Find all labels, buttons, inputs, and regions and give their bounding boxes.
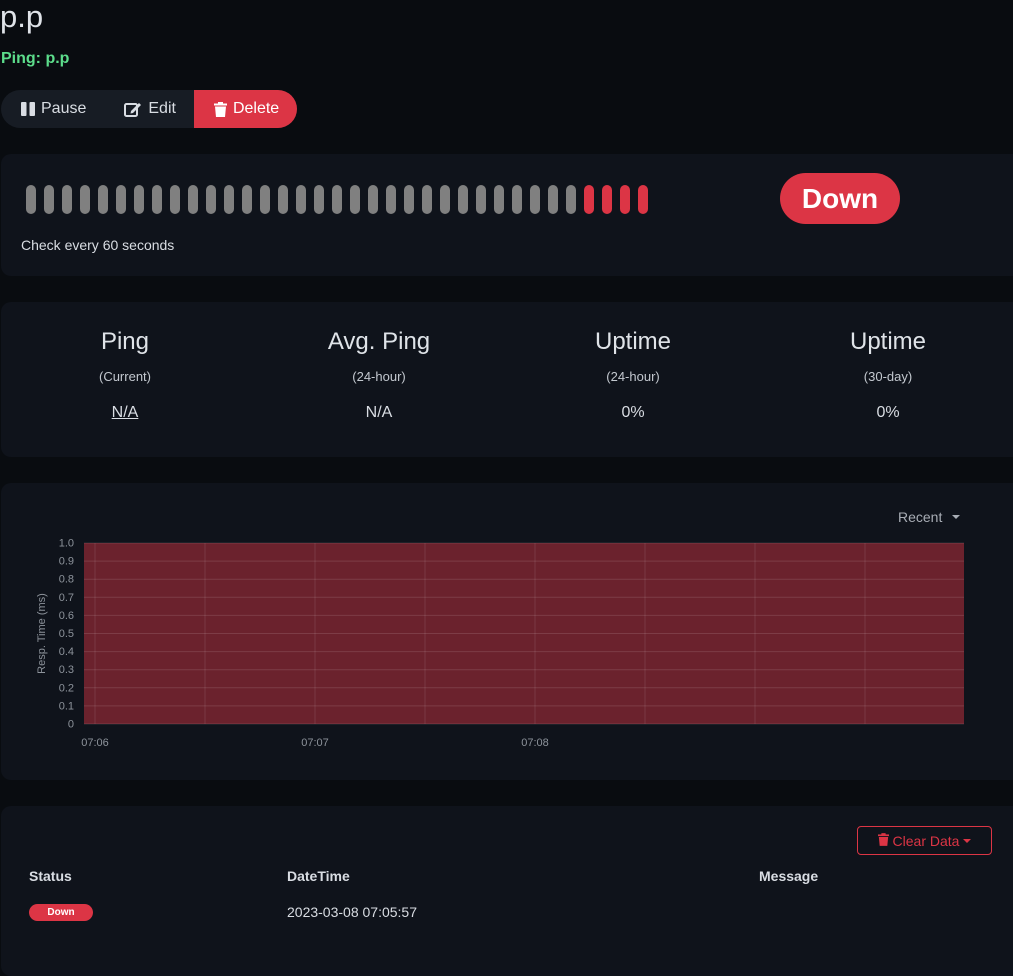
ping-chart-card: 0 0.1 0.2 0.3 0.4 0.5 0.6 0.7 0.8 0.9 1.0 07:06 07:0… bbox=[1, 483, 1013, 780]
heartbeat-unknown[interactable] bbox=[332, 185, 342, 214]
heartbeat-unknown[interactable] bbox=[530, 185, 540, 214]
y-tick-label: 0.3 bbox=[59, 664, 74, 676]
heartbeat-card: Down Check every 60 seconds bbox=[1, 154, 1013, 276]
heartbeat-unknown[interactable] bbox=[206, 185, 216, 214]
stat-sublabel: (30-day) bbox=[863, 369, 913, 384]
y-tick-label: 0.2 bbox=[59, 682, 74, 694]
event-datetime: 2023-03-08 07:05:57 bbox=[287, 904, 417, 920]
stat-label: Avg. Ping bbox=[327, 328, 431, 355]
heartbeat-unknown[interactable] bbox=[152, 185, 162, 214]
stat-value-link[interactable]: N/A bbox=[25, 404, 225, 422]
stat-avg-ping: Avg. Ping (24-hour) N/A bbox=[279, 328, 479, 422]
y-tick-label: 0.6 bbox=[59, 610, 74, 622]
heartbeat-unknown[interactable] bbox=[494, 185, 504, 214]
column-header-datetime: DateTime bbox=[287, 868, 350, 884]
heartbeat-unknown[interactable] bbox=[26, 185, 36, 214]
x-tick-label: 07:06 bbox=[81, 737, 109, 749]
heartbeat-unknown[interactable] bbox=[62, 185, 72, 214]
y-tick-label: 0 bbox=[68, 719, 74, 731]
heartbeat-unknown[interactable] bbox=[170, 185, 180, 214]
status-badge: Down bbox=[29, 904, 93, 921]
y-tick-label: 0.4 bbox=[59, 646, 74, 658]
y-tick-label: 0.7 bbox=[59, 592, 74, 604]
heartbeat-unknown[interactable] bbox=[278, 185, 288, 214]
heartbeat-unknown[interactable] bbox=[134, 185, 144, 214]
stat-value: 0% bbox=[621, 404, 645, 421]
stat-uptime-24h: Uptime (24-hour) 0% bbox=[533, 328, 733, 422]
status-badge: Down bbox=[780, 173, 900, 224]
heartbeat-unknown[interactable] bbox=[260, 185, 270, 214]
heartbeat-unknown[interactable] bbox=[44, 185, 54, 214]
clear-data-button[interactable]: Clear Data bbox=[857, 826, 992, 855]
heartbeat-down[interactable] bbox=[584, 185, 594, 214]
heartbeat-unknown[interactable] bbox=[566, 185, 576, 214]
pause-label: Pause bbox=[41, 100, 87, 117]
stat-value: N/A bbox=[365, 404, 393, 421]
ping-chart: 0 0.1 0.2 0.3 0.4 0.5 0.6 0.7 0.8 0.9 1.0 07:06 07:0… bbox=[36, 538, 964, 749]
chevron-down-icon bbox=[963, 838, 972, 843]
y-tick-label: 1.0 bbox=[59, 538, 74, 550]
pause-button[interactable]: Pause bbox=[1, 90, 104, 128]
y-tick-label: 0.9 bbox=[59, 556, 74, 568]
heartbeat-unknown[interactable] bbox=[368, 185, 378, 214]
y-tick-label: 0.8 bbox=[59, 574, 74, 586]
x-tick-label: 07:08 bbox=[521, 737, 549, 749]
heartbeat-unknown[interactable] bbox=[548, 185, 558, 214]
stat-sublabel: (24-hour) bbox=[352, 369, 406, 384]
stat-label: Uptime bbox=[849, 328, 927, 355]
stat-sublabel: (Current) bbox=[98, 369, 151, 384]
stats-card: Ping (Current) N/A Avg. Ping (24-hour) N… bbox=[1, 302, 1013, 457]
stat-label: Ping bbox=[100, 328, 150, 355]
heartbeat-down[interactable] bbox=[602, 185, 612, 214]
events-card: Clear Data Status DateTime Message Down … bbox=[1, 806, 1013, 976]
edit-label: Edit bbox=[148, 100, 176, 117]
heartbeat-unknown[interactable] bbox=[476, 185, 486, 214]
heartbeat-unknown[interactable] bbox=[224, 185, 234, 214]
monitor-subtitle: Ping: p.p bbox=[1, 50, 70, 67]
pause-icon bbox=[21, 102, 35, 116]
heartbeat-down[interactable] bbox=[638, 185, 648, 214]
heartbeat-unknown[interactable] bbox=[314, 185, 324, 214]
column-header-message: Message bbox=[759, 868, 819, 884]
monitor-title: p.p bbox=[0, 0, 44, 34]
heartbeat-unknown[interactable] bbox=[404, 185, 414, 214]
table-row: Down 2023-03-08 07:05:57 bbox=[1, 904, 1013, 924]
clear-data-label: Clear Data bbox=[892, 832, 960, 849]
chevron-down-icon bbox=[952, 515, 961, 519]
heartbeat-unknown[interactable] bbox=[386, 185, 396, 214]
heartbeat-unknown[interactable] bbox=[512, 185, 522, 214]
heartbeat-unknown[interactable] bbox=[116, 185, 126, 214]
check-interval-text: Check every 60 seconds bbox=[21, 237, 175, 253]
x-tick-label: 07:07 bbox=[301, 737, 329, 749]
stat-value: 0% bbox=[876, 404, 900, 421]
trash-icon bbox=[877, 832, 889, 849]
trash-icon bbox=[213, 101, 227, 117]
delete-label: Delete bbox=[232, 100, 280, 117]
heartbeat-unknown[interactable] bbox=[242, 185, 252, 214]
chart-period-dropdown[interactable]: Recent bbox=[898, 509, 961, 525]
stat-label: Uptime bbox=[594, 328, 672, 355]
column-header-status: Status bbox=[29, 868, 72, 884]
heartbeat-unknown[interactable] bbox=[98, 185, 108, 214]
edit-button[interactable]: Edit bbox=[104, 90, 194, 128]
chart-period-label: Recent bbox=[898, 509, 943, 525]
y-tick-label: 0.5 bbox=[59, 628, 74, 640]
stat-ping-current: Ping (Current) N/A bbox=[25, 328, 225, 422]
heartbeat-unknown[interactable] bbox=[188, 185, 198, 214]
heartbeat-unknown[interactable] bbox=[422, 185, 432, 214]
heartbeat-unknown[interactable] bbox=[458, 185, 468, 214]
delete-button[interactable]: Delete bbox=[193, 90, 298, 128]
y-tick-label: 0.1 bbox=[59, 700, 74, 712]
y-axis-label: Resp. Time (ms) bbox=[36, 593, 48, 674]
heartbeat-unknown[interactable] bbox=[350, 185, 360, 214]
stat-sublabel: (24-hour) bbox=[606, 369, 660, 384]
monitor-actions: Pause Edit Delete bbox=[1, 90, 298, 128]
edit-icon bbox=[124, 101, 142, 117]
heartbeat-unknown[interactable] bbox=[440, 185, 450, 214]
heartbeat-down[interactable] bbox=[620, 185, 630, 214]
stat-uptime-30d: Uptime (30-day) 0% bbox=[788, 328, 988, 422]
heartbeat-unknown[interactable] bbox=[80, 185, 90, 214]
heartbeat-bar bbox=[26, 185, 648, 214]
heartbeat-unknown[interactable] bbox=[296, 185, 306, 214]
